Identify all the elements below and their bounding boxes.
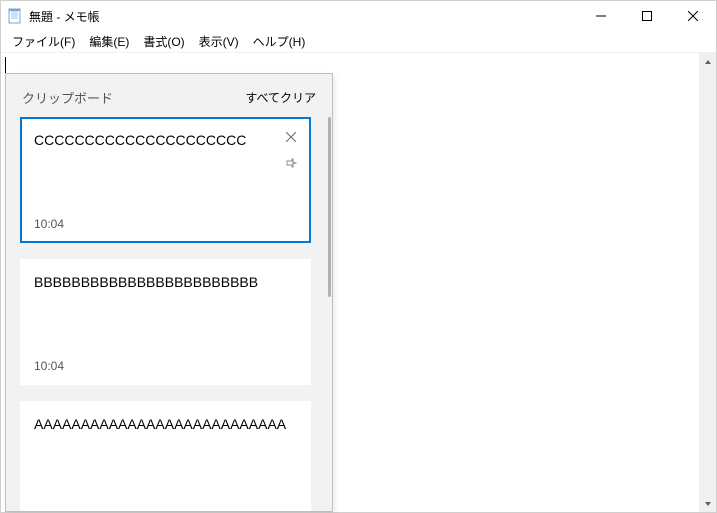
clipboard-list: CCCCCCCCCCCCCCCCCCCCC 10:04 BBBBBBBBBBBB… bbox=[6, 117, 324, 511]
clipboard-header: クリップボード すべてクリア bbox=[6, 74, 332, 117]
close-button[interactable] bbox=[670, 1, 716, 31]
window-title: 無題 - メモ帳 bbox=[29, 8, 578, 25]
text-caret bbox=[5, 57, 6, 73]
vertical-scrollbar[interactable] bbox=[699, 53, 716, 512]
clipboard-scrollbar[interactable] bbox=[326, 117, 332, 511]
clipboard-item-time: 10:04 bbox=[34, 217, 297, 231]
pin-icon[interactable] bbox=[283, 155, 299, 171]
clipboard-item-time: 10:04 bbox=[34, 359, 297, 373]
notepad-icon bbox=[7, 8, 23, 24]
minimize-button[interactable] bbox=[578, 1, 624, 31]
clipboard-item[interactable]: AAAAAAAAAAAAAAAAAAAAAAAAAAA bbox=[20, 401, 311, 511]
clipboard-item-content: BBBBBBBBBBBBBBBBBBBBBBBB bbox=[34, 273, 297, 349]
delete-icon[interactable] bbox=[283, 129, 299, 145]
window-controls bbox=[578, 1, 716, 31]
menu-bar: ファイル(F) 編集(E) 書式(O) 表示(V) ヘルプ(H) bbox=[1, 31, 716, 53]
menu-help[interactable]: ヘルプ(H) bbox=[246, 31, 313, 52]
menu-view[interactable]: 表示(V) bbox=[192, 31, 246, 52]
clipboard-item[interactable]: BBBBBBBBBBBBBBBBBBBBBBBB 10:04 bbox=[20, 259, 311, 385]
clipboard-item[interactable]: CCCCCCCCCCCCCCCCCCCCC 10:04 bbox=[20, 117, 311, 243]
menu-format[interactable]: 書式(O) bbox=[136, 31, 191, 52]
scrollbar-track[interactable] bbox=[699, 70, 716, 495]
clipboard-scrollbar-thumb[interactable] bbox=[328, 117, 331, 297]
scroll-down-icon[interactable] bbox=[699, 495, 716, 512]
clipboard-item-content: AAAAAAAAAAAAAAAAAAAAAAAAAAA bbox=[34, 415, 297, 505]
menu-file[interactable]: ファイル(F) bbox=[5, 31, 82, 52]
clipboard-panel: クリップボード すべてクリア CCCCCCCCCCCCCCCCCCCCC 10:… bbox=[5, 73, 333, 512]
title-bar: 無題 - メモ帳 bbox=[1, 1, 716, 31]
scroll-up-icon[interactable] bbox=[699, 53, 716, 70]
clipboard-item-content: CCCCCCCCCCCCCCCCCCCCC bbox=[34, 131, 297, 207]
clipboard-scroll-area: CCCCCCCCCCCCCCCCCCCCC 10:04 BBBBBBBBBBBB… bbox=[6, 117, 332, 511]
clipboard-clear-all[interactable]: すべてクリア bbox=[245, 89, 316, 106]
clipboard-title: クリップボード bbox=[22, 88, 113, 107]
menu-edit[interactable]: 編集(E) bbox=[82, 31, 136, 52]
clipboard-item-actions bbox=[283, 129, 299, 171]
maximize-button[interactable] bbox=[624, 1, 670, 31]
app-window: 無題 - メモ帳 ファイル(F) 編集(E) 書式(O) 表示(V) ヘルプ(H… bbox=[0, 0, 717, 513]
